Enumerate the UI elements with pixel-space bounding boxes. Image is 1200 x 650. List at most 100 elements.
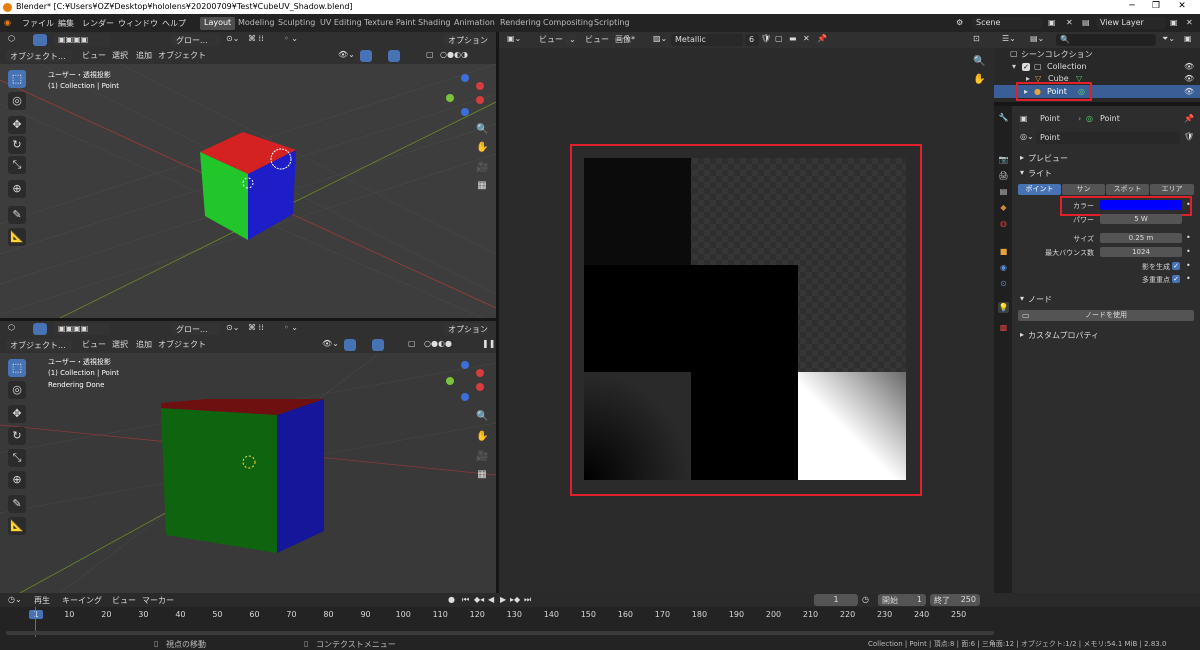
gizmo-z-icon[interactable] [461,74,469,82]
menu-window[interactable]: ウィンドウ [118,18,158,29]
image-pan-icon[interactable]: ✋ [973,74,985,86]
pivot-icon[interactable]: ⊙⌄ [226,34,239,43]
gizmo-toggle-icon[interactable] [360,50,372,62]
play-reverse-icon[interactable]: ◀ [488,595,494,604]
clock-icon[interactable]: ◷ [862,595,869,604]
menu-object-bottom[interactable]: オブジェクト [158,339,206,350]
power-field[interactable]: 5 W [1100,214,1182,224]
render-tab-icon[interactable]: 📷 [998,154,1009,165]
record-icon[interactable]: ● [448,595,455,604]
editor-type-icon-bottom[interactable]: ⬡ [8,323,15,332]
menu-playback[interactable]: 再生 [34,595,50,606]
image-open-icon[interactable]: ▬ [789,34,797,43]
scale-tool[interactable]: ⤡ [8,156,26,174]
gizmo-neg-x-icon[interactable] [476,96,484,104]
menu-add-bottom[interactable]: 追加 [136,339,152,350]
custom-props-arrow[interactable]: ▸ [1020,330,1024,339]
scene-tab-icon[interactable]: ◆ [998,202,1009,213]
use-nodes-button[interactable]: ノードを使用 [1018,310,1194,321]
cube-eye-icon[interactable]: 👁 [1184,74,1194,83]
tab-scripting[interactable]: Scripting [590,17,634,30]
pivot-icon-bottom[interactable]: ⊙⌄ [226,323,239,332]
mis-keyframe-dot[interactable]: • [1186,274,1191,283]
image-menu-view2[interactable]: ビュー [585,34,609,45]
gizmo-x-icon-bottom[interactable] [476,369,484,377]
custom-props-header[interactable]: カスタムプロパティ [1028,330,1099,341]
minimize-icon[interactable]: ─ [1126,1,1138,11]
data-browse-icon[interactable]: ◎⌄ [1020,132,1034,141]
nodes-panel-header[interactable]: ノード [1028,294,1052,305]
image-users-count[interactable]: 6 [745,34,759,46]
image-editor-canvas[interactable]: 🔍 ✋ [499,48,994,593]
tab-compositing[interactable]: Compositing [539,17,597,30]
light-type-point[interactable]: ポイント [1018,184,1061,195]
proportional-icon-bottom[interactable]: ◦ ⌄ [284,323,298,332]
proportional-icon[interactable]: ◦ ⌄ [284,34,298,43]
mode-chevron[interactable]: ⌄ [565,34,577,46]
output-tab-icon[interactable]: 🖨 [998,170,1009,181]
light-type-sun[interactable]: サン [1062,184,1105,195]
menu-help[interactable]: ヘルプ [162,18,186,29]
play-icon[interactable]: ▶ [500,595,506,604]
select-mode-icons-bottom[interactable]: ▣▣▣▣ [54,323,110,335]
visibility-icon-bottom[interactable]: 👁⌄ [322,339,339,348]
menu-render[interactable]: レンダー [82,18,114,29]
gizmo-neg-z-icon-bottom[interactable] [461,393,469,401]
gizmo-x-icon[interactable] [476,82,484,90]
tab-sculpting[interactable]: Sculpting [274,17,319,30]
select-box-tool[interactable]: ⬚ [8,70,26,88]
image-zoom-icon[interactable]: 🔍 [973,56,985,68]
view-layer-new-icon[interactable]: ▣ [1170,18,1178,27]
point-eye-icon[interactable]: 👁 [1184,87,1194,96]
image-menu-view[interactable]: ビュー [539,34,563,45]
cast-shadow-checkbox[interactable]: ✓ [1172,262,1180,270]
image-fake-user-icon[interactable]: 🛡 [761,34,771,43]
cursor-tool-bottom[interactable]: ◎ [8,381,26,399]
end-frame-field[interactable]: 終了 250 [930,594,980,606]
rotate-tool-bottom[interactable]: ↻ [8,427,26,445]
xray-icon[interactable]: ▢ [426,50,434,59]
measure-tool[interactable]: 📐 [8,228,26,246]
shadow-keyframe-dot[interactable]: • [1186,261,1191,270]
menu-marker[interactable]: マーカー [142,595,174,606]
scale-tool-bottom[interactable]: ⤡ [8,449,26,467]
options-dropdown[interactable]: オプション [444,34,488,46]
select-box-tool-bottom[interactable]: ⬚ [8,359,26,377]
blender-menu-icon[interactable]: ◉ [4,18,11,27]
close-icon[interactable]: ✕ [1176,1,1188,11]
overlay-toggle-icon-bottom[interactable] [372,339,384,351]
menu-add[interactable]: 追加 [136,50,152,61]
tab-modeling[interactable]: Modeling [234,17,278,30]
tool-tab-icon[interactable]: 🔧 [998,112,1009,123]
orientation-dropdown-bottom[interactable]: グロー... [172,323,220,335]
image-unlink-icon[interactable]: ✕ [803,34,810,43]
editor-type-icon[interactable]: ⬡ [8,34,15,43]
gizmo-y-icon[interactable] [446,94,454,102]
tab-rendering[interactable]: Rendering [496,17,545,30]
maximize-icon[interactable]: ❐ [1150,1,1162,11]
image-editor-type-icon[interactable]: ▣⌄ [507,34,521,43]
light-type-spot[interactable]: スポット [1106,184,1149,195]
gizmo-neg-x-icon-bottom[interactable] [476,383,484,391]
camera-view-icon-bottom[interactable]: 🎥 [476,451,488,463]
menu-select[interactable]: 選択 [112,50,128,61]
image-menu-image[interactable]: 画像* [615,34,635,45]
mode-dropdown-bottom[interactable]: オブジェクト... [6,339,72,351]
object-tab-icon[interactable]: ■ [998,246,1009,257]
move-tool[interactable]: ✥ [8,116,26,134]
gizmo-neg-z-icon[interactable] [461,108,469,116]
select-tool-icon-bottom[interactable] [33,323,47,335]
view-layer-tab-icon[interactable]: ▤ [998,186,1009,197]
image-name-field[interactable]: Metallic [671,34,743,46]
menu-edit[interactable]: 編集 [58,18,74,29]
gizmo-toggle-icon-bottom[interactable] [344,339,356,351]
mode-dropdown[interactable]: オブジェクト... [6,50,72,62]
pin-properties-icon[interactable]: 📌 [1184,114,1194,123]
jump-start-icon[interactable]: ⏮ [462,595,469,605]
image-browse-icon[interactable]: ▨⌄ [653,34,667,43]
pause-render-icon[interactable]: ❚❚ [482,339,495,348]
image-new-icon[interactable]: ▢ [775,34,783,43]
options-dropdown-bottom[interactable]: オプション [444,323,488,335]
timeline-area[interactable]: 1 10 20 30 40 50 60 70 80 90 100 110 120 130 140 150 160… [0,607,1200,637]
timeline-scrollbar[interactable] [6,631,994,635]
